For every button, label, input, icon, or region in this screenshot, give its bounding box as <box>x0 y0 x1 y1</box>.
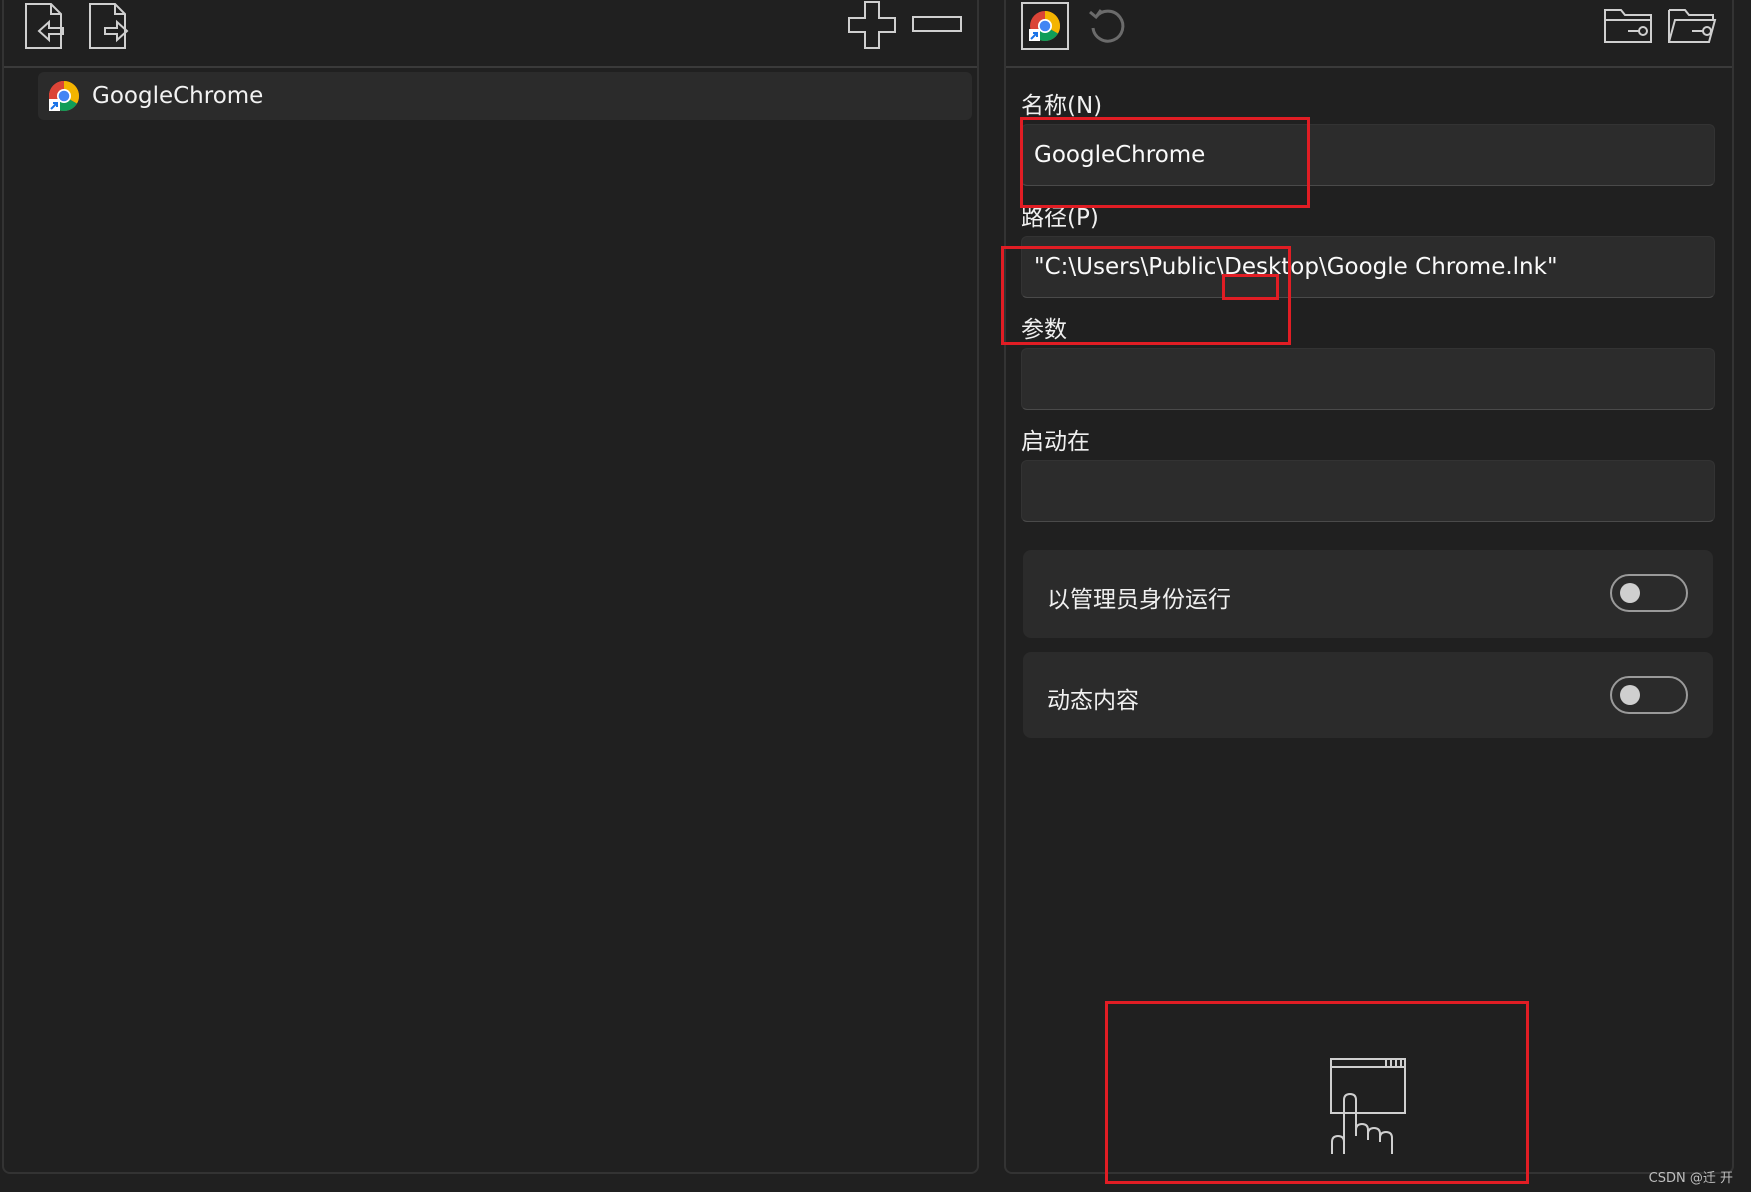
highlight-name <box>1020 117 1310 208</box>
list-item-label: GoogleChrome <box>92 83 264 109</box>
import-icon[interactable] <box>23 2 67 50</box>
refresh-icon[interactable] <box>1087 6 1127 46</box>
name-label: 名称(N) <box>1021 93 1103 119</box>
run-as-admin-toggle[interactable] <box>1610 574 1688 612</box>
watermark: CSDN @迁 开 <box>1648 1171 1733 1186</box>
run-as-admin-card: 以管理员身份运行 <box>1023 550 1713 638</box>
app-icon-button[interactable] <box>1021 2 1069 50</box>
highlight-small <box>1222 274 1279 300</box>
add-icon[interactable] <box>848 1 896 49</box>
run-as-admin-label: 以管理员身份运行 <box>1047 587 1231 613</box>
export-icon[interactable] <box>87 2 131 50</box>
dynamic-content-card: 动态内容 <box>1023 652 1713 738</box>
highlight-pointer <box>1105 1001 1529 1184</box>
toggle-knob <box>1620 685 1640 705</box>
toggle-knob <box>1620 583 1640 603</box>
right-toolbar-separator <box>1006 66 1732 68</box>
args-input[interactable] <box>1022 349 1714 409</box>
start-in-field[interactable] <box>1021 460 1715 522</box>
remove-icon[interactable] <box>912 16 962 34</box>
dynamic-content-toggle[interactable] <box>1610 676 1688 714</box>
folder-open-location-icon[interactable] <box>1603 6 1653 44</box>
left-toolbar-separator <box>4 66 977 68</box>
list-item[interactable]: GoogleChrome <box>38 72 972 120</box>
start-in-input[interactable] <box>1022 461 1714 521</box>
app-list-panel <box>2 0 979 1174</box>
chrome-icon <box>48 80 80 112</box>
args-field[interactable] <box>1021 348 1715 410</box>
start-in-label: 启动在 <box>1021 429 1090 455</box>
folder-browse-icon[interactable] <box>1667 6 1717 44</box>
dynamic-content-label: 动态内容 <box>1047 688 1139 714</box>
